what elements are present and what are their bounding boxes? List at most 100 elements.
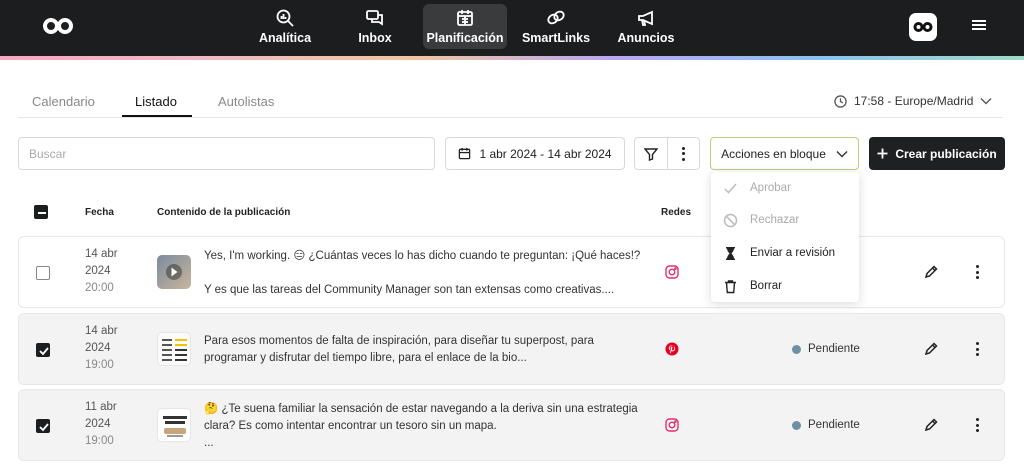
content-line: Yes, I'm working. 😑 ¿Cuántas veces lo ha… bbox=[204, 250, 641, 262]
date-range-label: 1 abr 2024 - 14 abr 2024 bbox=[479, 146, 612, 161]
nav-label: Anuncios bbox=[617, 31, 675, 45]
calendar-icon bbox=[457, 10, 473, 26]
menu-item-label: Aprobar bbox=[750, 182, 791, 194]
active-tab-indicator bbox=[122, 115, 192, 117]
status-dot bbox=[792, 344, 801, 354]
post-content[interactable]: Para esos momentos de falta de inspiraci… bbox=[204, 333, 654, 367]
edit-icon[interactable] bbox=[924, 265, 938, 279]
menu-item-enviar-a-revision[interactable]: Enviar a revisión bbox=[723, 243, 835, 263]
analytics-icon bbox=[276, 9, 294, 27]
ban-icon bbox=[723, 213, 738, 227]
check-icon bbox=[724, 183, 737, 194]
post-date: 14 abr 2024 20:00 bbox=[85, 246, 118, 297]
row-checkbox[interactable] bbox=[36, 343, 50, 357]
top-navigation-bar: Analítica Inbox Planificación SmartLinks… bbox=[0, 0, 1024, 56]
brand-avatar-icon bbox=[913, 22, 933, 32]
logo-icon[interactable] bbox=[42, 16, 74, 36]
nav-item-inbox[interactable]: Inbox bbox=[352, 4, 398, 49]
timezone-selector[interactable]: 17:58 - Europe/Madrid bbox=[834, 94, 992, 108]
date-range-picker[interactable]: 1 abr 2024 - 14 abr 2024 bbox=[445, 137, 625, 170]
menu-icon[interactable] bbox=[972, 18, 986, 32]
nav-label: SmartLinks bbox=[521, 31, 591, 45]
bulk-actions-label: Acciones en bloque bbox=[721, 146, 826, 161]
post-thumbnail[interactable] bbox=[157, 332, 191, 366]
nav-item-anuncios[interactable]: Anuncios bbox=[617, 4, 675, 49]
edit-icon[interactable] bbox=[924, 418, 938, 432]
instagram-icon bbox=[665, 265, 679, 279]
timezone-label: 17:58 - Europe/Madrid bbox=[854, 94, 974, 108]
more-options-button[interactable] bbox=[667, 137, 700, 170]
menu-item-label: Enviar a revisión bbox=[750, 247, 836, 259]
status-label: Pendiente bbox=[808, 343, 860, 355]
date-time: 19:00 bbox=[85, 359, 114, 371]
date-time: 19:00 bbox=[85, 435, 114, 447]
menu-item-label: Borrar bbox=[750, 280, 782, 292]
chevron-down-icon bbox=[836, 150, 848, 157]
row-checkbox[interactable] bbox=[36, 266, 50, 280]
status-badge: Pendiente bbox=[792, 343, 860, 355]
search-input[interactable] bbox=[18, 137, 435, 170]
nav-label: Inbox bbox=[358, 31, 392, 45]
content-line: programar y disfrutar del tiempo libre, … bbox=[204, 352, 527, 364]
status-badge: Pendiente bbox=[792, 419, 860, 431]
post-content[interactable]: Yes, I'm working. 😑 ¿Cuántas veces lo ha… bbox=[204, 248, 654, 299]
avatar[interactable] bbox=[909, 13, 937, 41]
megaphone-icon bbox=[638, 10, 653, 26]
nav-item-smartlinks[interactable]: SmartLinks bbox=[522, 4, 590, 49]
nav-item-planificacion[interactable]: Planificación bbox=[423, 4, 507, 49]
tab-autolistas[interactable]: Autolistas bbox=[218, 94, 274, 109]
instagram-icon bbox=[665, 418, 679, 432]
menu-item-rechazar[interactable]: Rechazar bbox=[723, 210, 799, 230]
date-time: 20:00 bbox=[85, 282, 114, 294]
header-networks: Redes bbox=[661, 207, 692, 218]
post-content[interactable]: 🤔 ¿Te suena familiar la sensación de est… bbox=[204, 401, 654, 452]
edit-icon[interactable] bbox=[924, 342, 938, 356]
menu-item-borrar[interactable]: Borrar bbox=[723, 276, 782, 296]
post-thumbnail[interactable] bbox=[157, 408, 191, 442]
tab-listado[interactable]: Listado bbox=[135, 94, 177, 109]
create-post-button[interactable]: Crear publicación bbox=[869, 137, 1005, 170]
thumbnail-image-icon bbox=[163, 416, 187, 437]
date-day: 14 abr bbox=[85, 325, 118, 337]
kebab-icon bbox=[682, 146, 686, 161]
play-icon bbox=[166, 264, 182, 280]
create-post-label: Crear publicación bbox=[895, 146, 997, 161]
inbox-icon bbox=[366, 10, 383, 26]
bulk-actions-menu: Aprobar Rechazar Enviar a revisión Borra… bbox=[711, 172, 859, 302]
header-content: Contenido de la publicación bbox=[157, 207, 291, 218]
thumbnail-image-icon bbox=[162, 339, 187, 361]
filter-icon bbox=[644, 147, 658, 161]
table-row[interactable]: 14 abr 2024 19:00 Para esos momentos de … bbox=[18, 313, 1005, 385]
pinterest-icon bbox=[665, 342, 679, 356]
content-line: clara? Es como intentar encontrar un tes… bbox=[204, 420, 497, 432]
row-menu-icon[interactable] bbox=[975, 265, 979, 279]
filter-button[interactable] bbox=[634, 137, 668, 170]
tab-calendario[interactable]: Calendario bbox=[32, 94, 95, 109]
row-checkbox[interactable] bbox=[36, 419, 50, 433]
date-year: 2024 bbox=[85, 418, 111, 430]
menu-item-aprobar[interactable]: Aprobar bbox=[723, 178, 791, 198]
table-row[interactable]: 11 abr 2024 19:00 🤔 ¿Te suena familiar l… bbox=[18, 389, 1005, 461]
content-line: Y es que las tareas del Community Manage… bbox=[204, 284, 615, 296]
status-label: Pendiente bbox=[808, 419, 860, 431]
check-icon bbox=[39, 347, 49, 356]
post-date: 11 abr 2024 19:00 bbox=[85, 399, 117, 450]
date-day: 14 abr bbox=[85, 248, 118, 260]
menu-item-label: Rechazar bbox=[750, 214, 800, 226]
row-menu-icon[interactable] bbox=[975, 418, 979, 432]
date-year: 2024 bbox=[85, 342, 111, 354]
nav-label: Planificación bbox=[426, 31, 504, 45]
plus-icon bbox=[877, 148, 888, 159]
date-day: 11 abr bbox=[85, 401, 117, 413]
select-all-checkbox[interactable] bbox=[34, 205, 48, 219]
content-line: Para esos momentos de falta de inspiraci… bbox=[204, 335, 594, 347]
status-dot bbox=[792, 420, 801, 430]
row-menu-icon[interactable] bbox=[975, 342, 979, 356]
header-date: Fecha bbox=[85, 207, 114, 218]
chevron-down-icon bbox=[980, 98, 992, 105]
trash-icon bbox=[725, 279, 736, 293]
post-thumbnail[interactable] bbox=[157, 255, 191, 289]
bulk-actions-dropdown[interactable]: Acciones en bloque bbox=[710, 137, 859, 170]
nav-item-analitica[interactable]: Analítica bbox=[258, 4, 312, 49]
content-line: 🤔 ¿Te suena familiar la sensación de est… bbox=[204, 403, 638, 415]
